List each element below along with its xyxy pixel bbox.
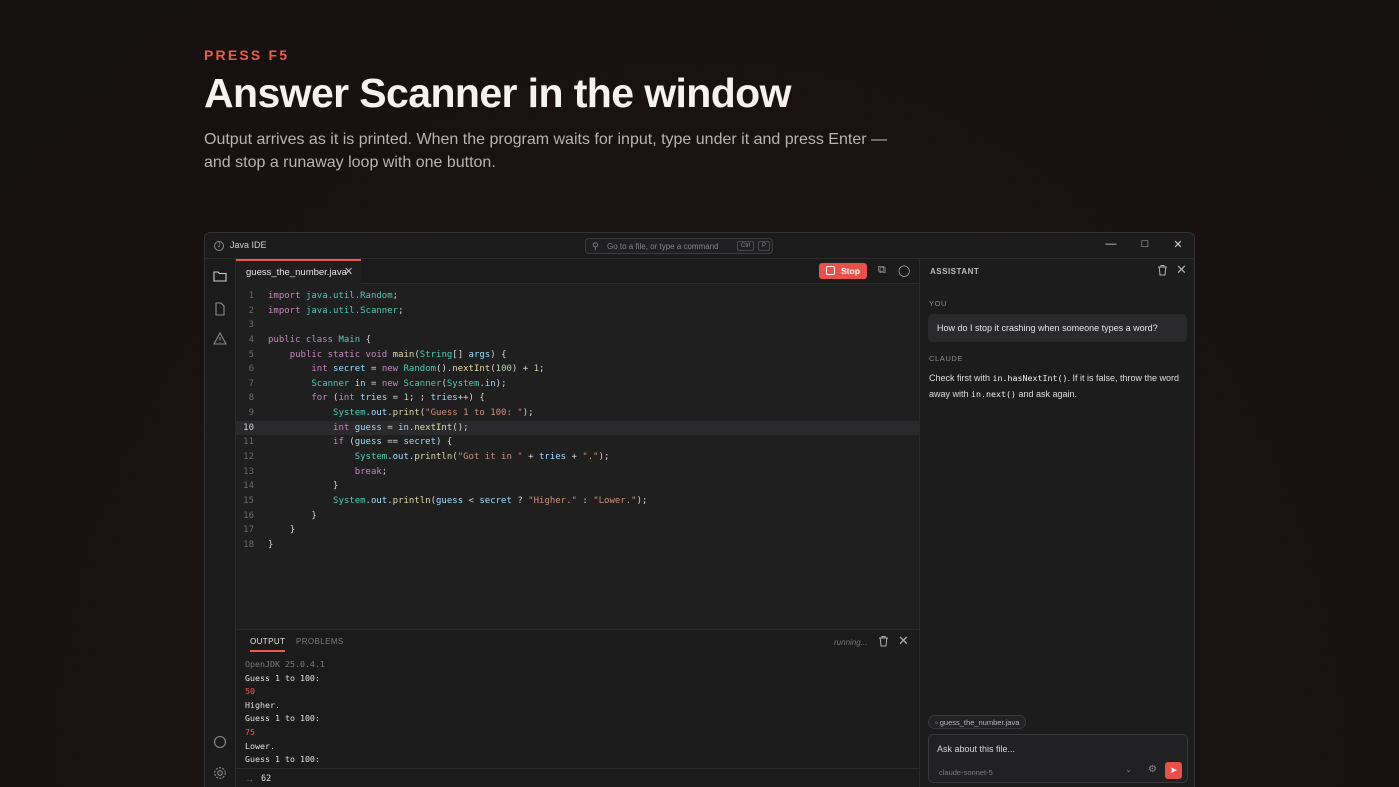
command-placeholder: Go to a file, or type a command xyxy=(607,242,719,251)
search-icon: ⚲ xyxy=(592,241,599,251)
problems-warning-icon[interactable] xyxy=(213,331,227,346)
code-line: 14 } xyxy=(243,481,339,492)
shortcut-ctrl: Ctrl xyxy=(737,241,755,251)
code-line: 15 System.out.println(guess < secret ? "… xyxy=(243,495,648,506)
run-status: running... xyxy=(834,638,868,647)
code-line: 6 int secret = new Random().nextInt(100)… xyxy=(248,364,545,375)
settings-gear-icon[interactable] xyxy=(213,766,227,780)
you-label: YOU xyxy=(929,299,948,308)
ask-assistant-icon[interactable]: ◯ xyxy=(898,264,910,277)
code-line: 13 break; xyxy=(243,466,388,477)
output-line: Lower. xyxy=(245,740,275,751)
output-panel: OUTPUT PROBLEMS running... ✕ OpenJDK 25.… xyxy=(236,629,919,787)
output-line: 50 xyxy=(245,686,255,697)
code-line: 3 xyxy=(248,320,254,331)
claude-label: CLAUDE xyxy=(929,354,964,363)
app-title: Java IDE xyxy=(230,240,267,250)
eyebrow: PRESS F5 xyxy=(204,47,290,63)
user-message: How do I stop it crashing when someone t… xyxy=(928,314,1187,342)
folder-icon[interactable] xyxy=(213,270,227,284)
chevron-down-icon[interactable]: ⌄ xyxy=(1125,765,1132,774)
output-line: Guess 1 to 100: xyxy=(245,672,320,683)
headline: Answer Scanner in the window xyxy=(204,70,792,116)
composer-placeholder: Ask about this file... xyxy=(937,744,1016,754)
close-tab-icon[interactable]: ✕ xyxy=(344,265,353,278)
maximize-icon[interactable]: □ xyxy=(1138,238,1152,250)
java-logo-icon: J xyxy=(214,241,224,251)
context-file-chip[interactable]: ▫ guess_the_number.java xyxy=(928,715,1027,729)
send-button[interactable]: ➤ xyxy=(1165,762,1182,779)
output-line: OpenJDK 25.0.4.1 xyxy=(245,659,325,669)
output-line: Guess 1 to 100: xyxy=(245,713,320,724)
code-view[interactable]: 1 import java.util.Random; 2 import java.u… xyxy=(236,289,919,553)
gear-icon[interactable]: ⚙ xyxy=(1148,764,1157,775)
tab-problems[interactable]: PROBLEMS xyxy=(296,637,344,646)
code-line: 11 if (guess == secret) { xyxy=(243,437,453,448)
minimize-icon[interactable]: — xyxy=(1104,238,1118,250)
close-window-icon[interactable]: ✕ xyxy=(1171,238,1185,251)
code-line: 17 } xyxy=(243,525,296,536)
code-line: 18} xyxy=(243,539,274,550)
prompt-arrow-icon: → xyxy=(245,774,254,784)
tab-guess-the-number[interactable]: guess_the_number.java ✕ xyxy=(236,259,361,284)
tab-label: guess_the_number.java xyxy=(246,267,347,278)
chat-icon[interactable] xyxy=(213,735,227,749)
code-line: 8 for (int tries = 1; ; tries++) { xyxy=(248,393,485,404)
clear-chat-trash-icon[interactable] xyxy=(1157,264,1168,279)
code-line: 4 public class Main { xyxy=(248,334,371,345)
code-line: 5 public static void main(String[] args)… xyxy=(248,349,507,360)
activity-bar xyxy=(205,259,236,787)
stop-label: Stop xyxy=(841,266,860,276)
code-line: 2 import java.util.Scanner; xyxy=(248,305,404,316)
close-assistant-icon[interactable]: ✕ xyxy=(1176,262,1187,278)
shortcut-key: P xyxy=(758,241,771,251)
hero: PRESS F5 Answer Scanner in the window Ou… xyxy=(204,47,924,174)
title-bar: J Java IDE ⚲ Go to a file, or type a com… xyxy=(205,233,1194,259)
ide-window: J Java IDE ⚲ Go to a file, or type a com… xyxy=(204,232,1195,787)
close-panel-icon[interactable]: ✕ xyxy=(898,633,909,649)
file-icon[interactable] xyxy=(213,302,227,316)
code-line-active: 10 int guess = in.nextInt(); xyxy=(236,420,919,436)
command-palette-input[interactable]: ⚲ Go to a file, or type a command Ctrl P xyxy=(585,238,773,254)
assistant-header: ASSISTANT xyxy=(930,267,980,276)
code-line: 12 System.out.println("Got it in " + tri… xyxy=(243,452,610,463)
stop-square-icon xyxy=(826,266,835,275)
code-line: 9 System.out.print("Guess 1 to 100: "); xyxy=(248,408,534,419)
stdin-input[interactable]: → 62 xyxy=(236,768,919,787)
tab-output[interactable]: OUTPUT xyxy=(250,637,286,652)
output-line: Guess 1 to 100: xyxy=(245,754,320,765)
code-line: 16 } xyxy=(243,510,317,521)
editor: guess_the_number.java ✕ Stop ⧉ ◯ 1 import… xyxy=(236,259,919,629)
code-line: 1 import java.util.Random; xyxy=(248,291,399,301)
stop-button[interactable]: Stop xyxy=(819,263,867,279)
subtitle: Output arrives as it is printed. When th… xyxy=(204,131,887,171)
output-log: OpenJDK 25.0.4.1 Guess 1 to 100: 50 Higher.… xyxy=(245,658,325,767)
output-line: Higher. xyxy=(245,699,280,710)
model-select[interactable]: claude-sonnet-5 xyxy=(939,768,993,777)
editor-tab-bar: guess_the_number.java ✕ Stop ⧉ ◯ xyxy=(236,259,919,284)
copy-icon[interactable]: ⧉ xyxy=(878,264,886,277)
chat-composer[interactable]: Ask about this file... claude-sonnet-5 ⌄… xyxy=(928,734,1188,783)
assistant-panel: ASSISTANT ✕ YOU How do I stop it crashin… xyxy=(919,259,1194,787)
assistant-reply: Check first with in.hasNextInt(). If it … xyxy=(929,373,1179,399)
stdin-value: 62 xyxy=(261,774,272,784)
clear-output-trash-icon[interactable] xyxy=(878,635,889,650)
output-line: 75 xyxy=(245,726,255,737)
code-line: 7 Scanner in = new Scanner(System.in); xyxy=(248,378,507,389)
